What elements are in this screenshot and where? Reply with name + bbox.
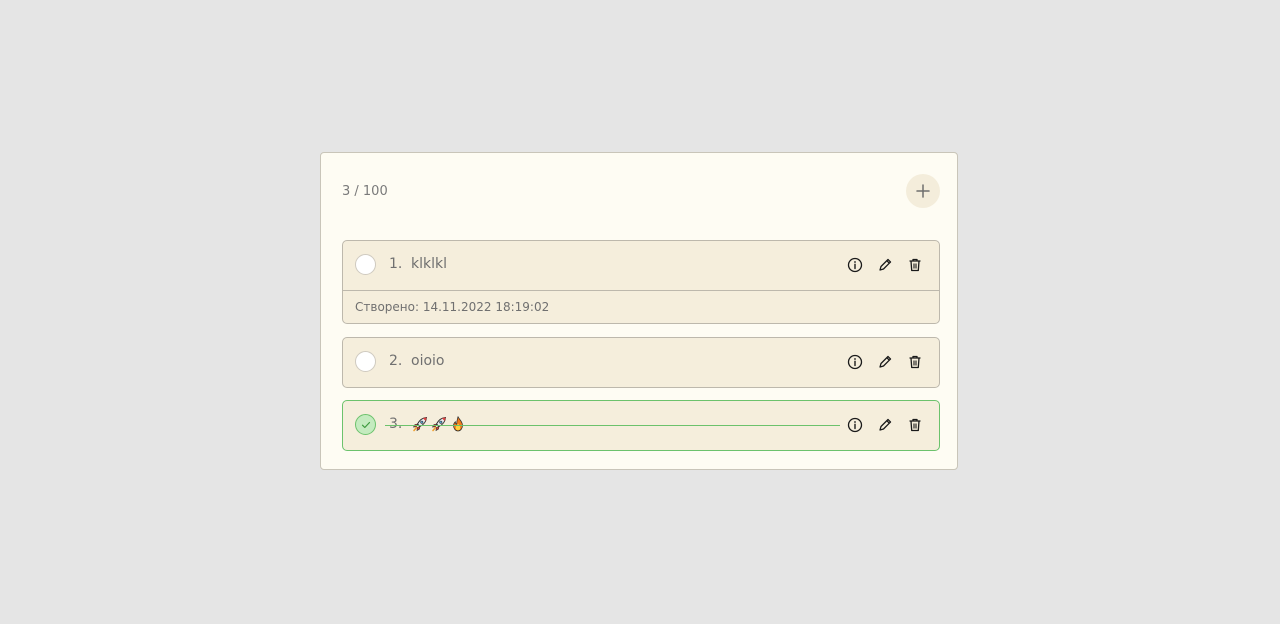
pencil-icon[interactable]	[877, 354, 893, 370]
info-icon[interactable]	[847, 257, 863, 273]
trash-icon[interactable]	[907, 257, 923, 273]
info-icon[interactable]	[847, 354, 863, 370]
todo-number: 2.	[389, 353, 403, 369]
todo-number: 1.	[389, 256, 403, 272]
todo-number: 3.	[389, 416, 403, 432]
fire-icon	[453, 416, 463, 432]
pencil-icon[interactable]	[877, 257, 893, 273]
todo-item-completed: 3.	[342, 400, 940, 451]
add-todo-button[interactable]	[906, 174, 940, 208]
todo-title[interactable]: klklkl	[411, 256, 447, 272]
rocket-icon	[431, 417, 446, 432]
todo-item: 2. oioio	[342, 337, 940, 388]
todo-card: 3 / 100 1. klklkl Створено: 14.11.2022 1…	[320, 152, 958, 470]
pencil-icon[interactable]	[877, 417, 893, 433]
todo-checkbox[interactable]	[355, 254, 376, 275]
todo-item: 1. klklkl Створено: 14.11.2022 18:19:02	[342, 240, 940, 324]
rocket-icon	[412, 417, 427, 432]
todo-counter: 3 / 100	[342, 184, 388, 199]
info-icon[interactable]	[847, 417, 863, 433]
todo-title[interactable]: oioio	[411, 353, 444, 369]
check-icon	[361, 421, 370, 428]
todo-checkbox-checked[interactable]	[355, 414, 376, 435]
trash-icon[interactable]	[907, 417, 923, 433]
plus-icon	[916, 184, 930, 198]
todo-checkbox[interactable]	[355, 351, 376, 372]
completed-strikethrough	[385, 425, 840, 426]
trash-icon[interactable]	[907, 354, 923, 370]
todo-created-date: Створено: 14.11.2022 18:19:02	[343, 290, 939, 323]
